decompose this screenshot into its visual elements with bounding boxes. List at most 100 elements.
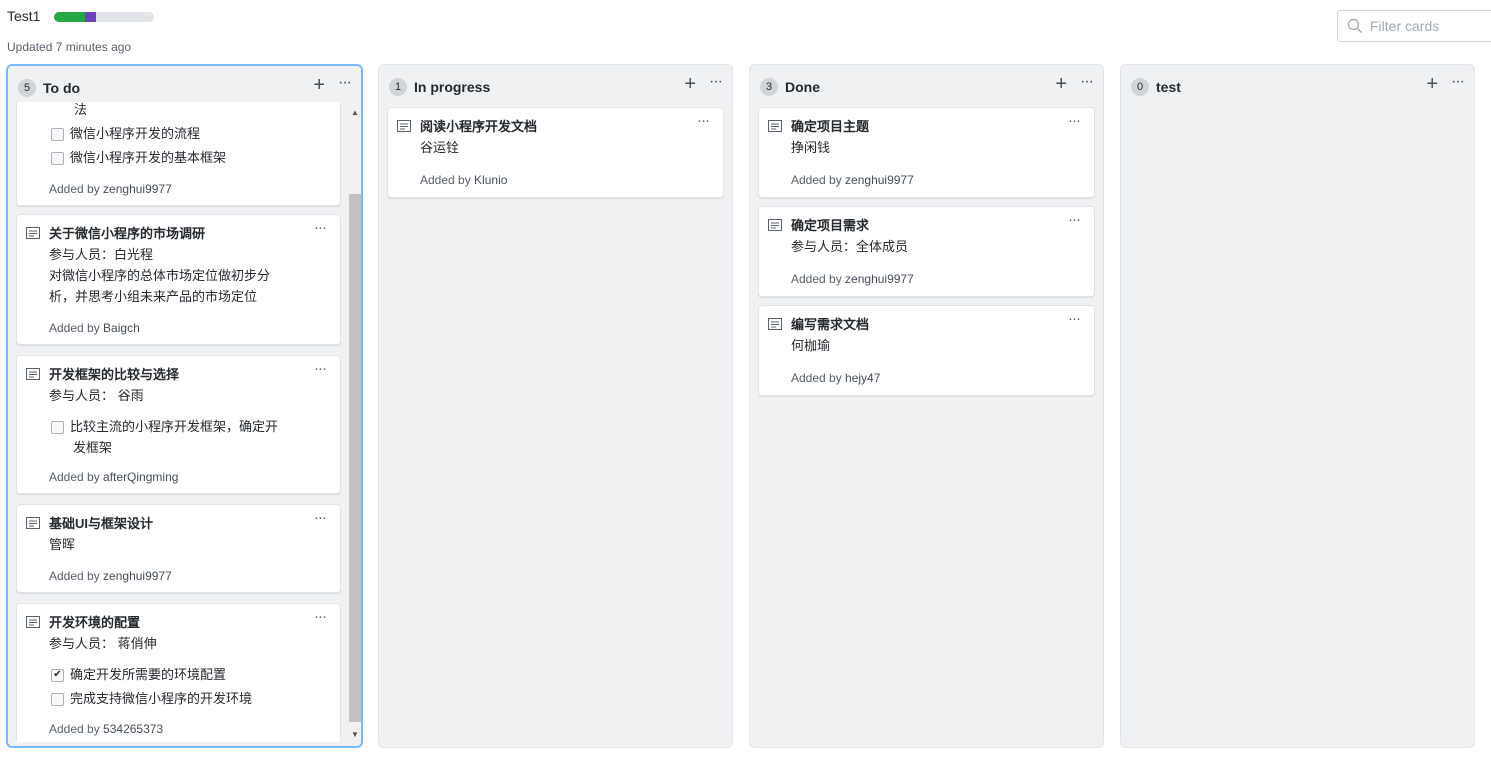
card-title[interactable]: 基础UI与框架设计 [49,515,153,533]
task-checkbox[interactable] [51,693,64,706]
search-icon [1347,18,1363,34]
card-author-link[interactable]: Klunio [474,173,507,187]
kebab-horizontal-icon[interactable]: ··· [314,219,327,236]
kebab-horizontal-icon[interactable]: ··· [697,112,710,129]
column-in-progress: 1 In progress + ··· 阅读小程序开发文档 ··· 谷运铨 Ad… [378,64,733,748]
card-text-line: 谷运铨 [420,140,460,155]
card-title[interactable]: 关于微信小程序的市场调研 [49,225,205,243]
column-title: To do [43,80,81,96]
card-title[interactable]: 确定项目需求 [791,217,869,235]
card-added-by: Added by Baigch [49,321,140,335]
updated-timestamp: Updated 7 minutes ago [7,40,132,54]
card-added-by: Added by 534265373 [49,722,164,736]
card-text-line: 参与人员：全体成员 [791,239,909,254]
kebab-horizontal-icon[interactable]: ··· [709,73,723,91]
card-text-line: 析，并思考小组未来产品的市场定位 [49,289,258,304]
card-text-line: 参与人员： 蒋俏伸 [49,636,157,651]
card-added-by: Added by hejy47 [791,371,881,385]
card-author-link[interactable]: 534265373 [103,722,163,736]
kebab-horizontal-icon[interactable]: ··· [1068,211,1081,228]
card-count-badge: 5 [18,79,36,97]
kebab-horizontal-icon[interactable]: ··· [314,360,327,377]
card[interactable]: 确定项目主题 ··· 挣闲钱 Added by zenghui9977 [758,107,1095,198]
card-title[interactable]: 确定项目主题 [791,118,869,136]
card-title[interactable]: 开发框架的比较与选择 [49,366,179,384]
scrollbar-thumb[interactable] [349,194,361,722]
task-label: 完成支持微信小程序的开发环境 [70,691,253,706]
column-title: In progress [414,79,491,95]
card-added-by: Added by zenghui9977 [791,272,914,286]
task-checkbox[interactable] [51,152,64,165]
kebab-horizontal-icon[interactable]: ··· [338,74,352,92]
card-text-line: 参与人员：白光程 [49,247,154,262]
task-checkbox[interactable] [51,421,64,434]
kebab-horizontal-icon[interactable]: ··· [1451,73,1465,91]
note-icon [26,227,40,239]
card-author-link[interactable]: zenghui9977 [845,173,914,187]
project-progress-bar [54,12,154,22]
cards-list: 确定项目主题 ··· 挣闲钱 Added by zenghui9977 确定项目… [758,107,1095,743]
card[interactable]: 开发框架的比较与选择 ··· 参与人员： 谷雨 比较主流的小程序开发框架，确定开… [16,355,341,494]
note-icon [768,318,782,330]
scroll-down-arrow-icon[interactable]: ▼ [349,728,361,742]
card-text-line: 对微信小程序的总体市场定位做初步分 [49,268,271,283]
plus-icon[interactable]: + [313,75,325,95]
task-label: 比较主流的小程序开发框架，确定开 [70,419,279,434]
card-author-link[interactable]: Baigch [103,321,140,335]
card-added-by: Added by zenghui9977 [49,569,172,583]
project-title[interactable]: Test1 [7,8,40,24]
task-label-continued: 发框架 [73,440,113,455]
card-count-badge: 0 [1131,78,1149,96]
cards-list [1129,107,1466,743]
kebab-horizontal-icon[interactable]: ··· [1068,112,1081,129]
card-author-link[interactable]: zenghui9977 [103,569,172,583]
column-done: 3 Done + ··· 确定项目主题 ··· 挣闲钱 Added by zen… [749,64,1104,748]
card[interactable]: 阅读小程序开发文档 ··· 谷运铨 Added by Klunio [387,107,724,198]
column-scrollbar[interactable]: ▲ ▼ [349,106,361,742]
card-title[interactable]: 阅读小程序开发文档 [420,118,537,136]
kebab-horizontal-icon[interactable]: ··· [314,608,327,625]
note-icon [26,517,40,529]
plus-icon[interactable]: + [684,74,696,94]
card-added-by: Added by afterQingming [49,470,179,484]
task-checkbox[interactable] [51,128,64,141]
scroll-up-arrow-icon[interactable]: ▲ [349,106,361,120]
card[interactable]: 基础UI与框架设计 ··· 管晖 Added by zenghui9977 [16,504,341,593]
card-added-by: Added by zenghui9977 [791,173,914,187]
note-icon [768,219,782,231]
card-author-link[interactable]: hejy47 [845,371,880,385]
card[interactable]: 编写需求文档 ··· 何枷瑜 Added by hejy47 [758,305,1095,396]
task-label: 微信小程序开发的流程 [70,126,201,141]
card-text-line: 管晖 [49,537,76,552]
plus-icon[interactable]: + [1055,74,1067,94]
task-label: 微信小程序开发的基本框架 [70,150,227,165]
card-author-link[interactable]: zenghui9977 [845,272,914,286]
card-title[interactable]: 开发环境的配置 [49,614,140,632]
filter-cards-input[interactable] [1368,17,1491,35]
kebab-horizontal-icon[interactable]: ··· [1080,73,1094,91]
column-header: 5 To do + ··· [18,74,352,98]
plus-icon[interactable]: + [1426,74,1438,94]
card-count-badge: 3 [760,78,778,96]
note-icon [26,368,40,380]
note-icon [768,120,782,132]
column-title: Done [785,79,820,95]
progress-done-segment [54,12,85,22]
card[interactable]: 确定项目需求 ··· 参与人员：全体成员 Added by zenghui997… [758,206,1095,297]
card-author-link[interactable]: afterQingming [103,470,178,484]
column-to-do: 5 To do + ··· 法 微信小程序开发的流程 微信小程序开发的基本框架 … [6,64,363,748]
card[interactable]: 法 微信小程序开发的流程 微信小程序开发的基本框架 Added by zengh… [16,102,341,206]
task-label: 确定开发所需要的环境配置 [70,667,227,682]
card-added-by: Added by Klunio [420,173,508,187]
card-text-line: 何枷瑜 [791,338,831,353]
column-header: 0 test + ··· [1131,73,1465,97]
card[interactable]: 开发环境的配置 ··· 参与人员： 蒋俏伸 ✔ 确定开发所需要的环境配置 完成支… [16,603,341,742]
progress-in-progress-segment [85,12,96,22]
card-title[interactable]: 编写需求文档 [791,316,869,334]
card[interactable]: 关于微信小程序的市场调研 ··· 参与人员：白光程 对微信小程序的总体市场定位做… [16,214,341,345]
filter-cards-box[interactable] [1337,10,1491,42]
kebab-horizontal-icon[interactable]: ··· [314,509,327,526]
task-checkbox[interactable]: ✔ [51,669,64,682]
kebab-horizontal-icon[interactable]: ··· [1068,310,1081,327]
card-author-link[interactable]: zenghui9977 [103,182,172,196]
